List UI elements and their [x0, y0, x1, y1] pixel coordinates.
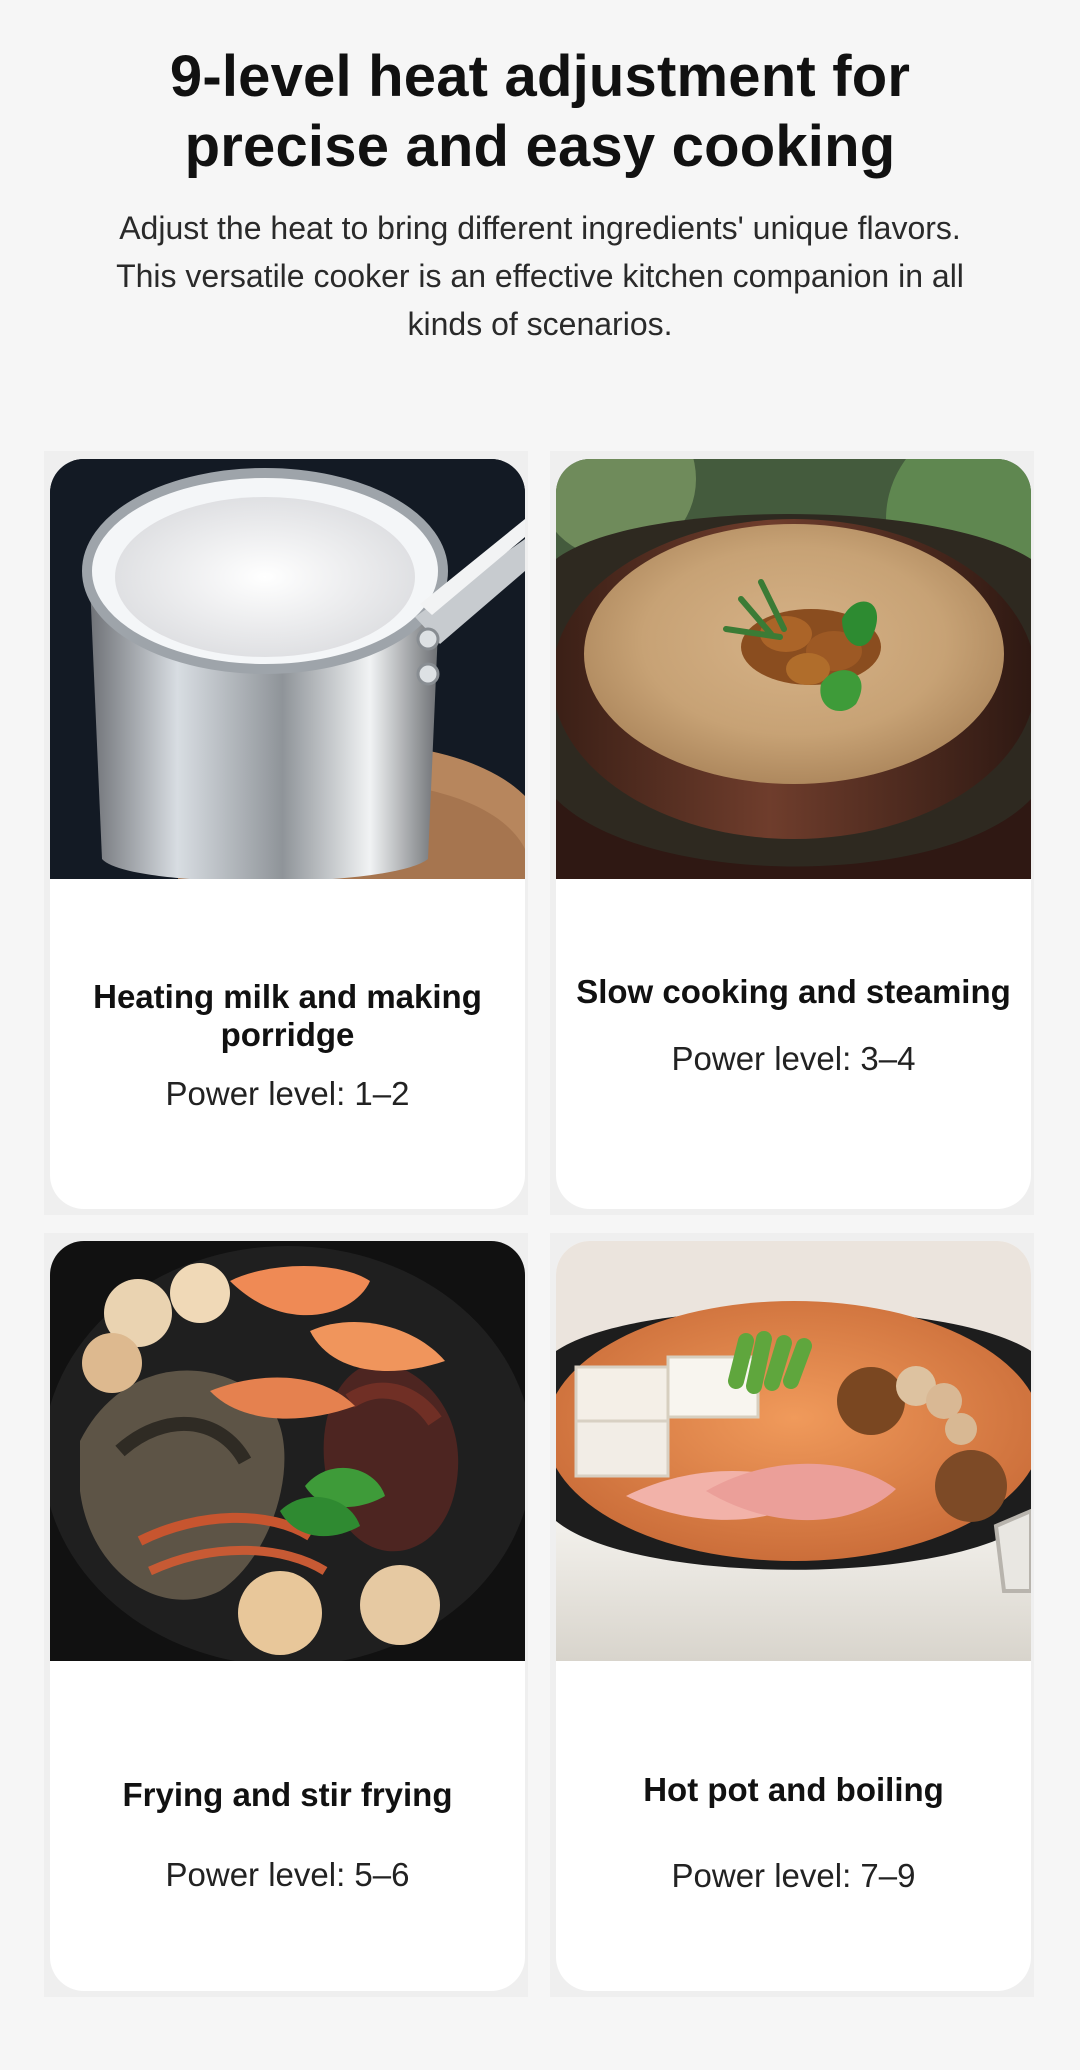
card-surface: Frying and stir frying Power level: 5–6: [50, 1241, 525, 1991]
card-title: Slow cooking and steaming: [576, 973, 1011, 1010]
card-title: Heating milk and making porridge: [93, 978, 482, 1053]
feature-card-slow-cooking: Slow cooking and steaming Power level: 3…: [550, 451, 1034, 1215]
card-text-block: Heating milk and making porridge Power l…: [70, 978, 505, 1114]
page-title: 9-level heat adjustment for precise and …: [169, 44, 911, 179]
seafood-frying-image: [50, 1241, 525, 1661]
feature-card-milk-porridge: Heating milk and making porridge Power l…: [44, 451, 528, 1215]
card-surface: Heating milk and making porridge Power l…: [50, 459, 525, 1209]
card-title: Hot pot and boiling: [643, 1771, 944, 1808]
card-surface: Hot pot and boiling Power level: 7–9: [556, 1241, 1031, 1991]
card-text-block: Frying and stir frying Power level: 5–6: [70, 1776, 505, 1895]
card-power-level: Power level: 1–2: [165, 1075, 410, 1112]
card-power-level: Power level: 7–9: [671, 1857, 916, 1894]
card-surface: Slow cooking and steaming Power level: 3…: [556, 459, 1031, 1209]
card-power-level: Power level: 3–4: [671, 1040, 916, 1077]
page-subtitle: Adjust the heat to bring different ingre…: [116, 210, 964, 342]
card-text-block: Hot pot and boiling Power level: 7–9: [576, 1771, 1011, 1896]
card-power-level: Power level: 5–6: [165, 1856, 410, 1893]
card-title: Frying and stir frying: [122, 1776, 453, 1813]
card-text-block: Slow cooking and steaming Power level: 3…: [576, 973, 1011, 1079]
milk-pot-image: [50, 459, 525, 879]
feature-card-hotpot: Hot pot and boiling Power level: 7–9: [550, 1233, 1034, 1997]
feature-card-frying: Frying and stir frying Power level: 5–6: [44, 1233, 528, 1997]
soup-bowl-image: [556, 459, 1031, 879]
hotpot-image: [556, 1241, 1031, 1661]
